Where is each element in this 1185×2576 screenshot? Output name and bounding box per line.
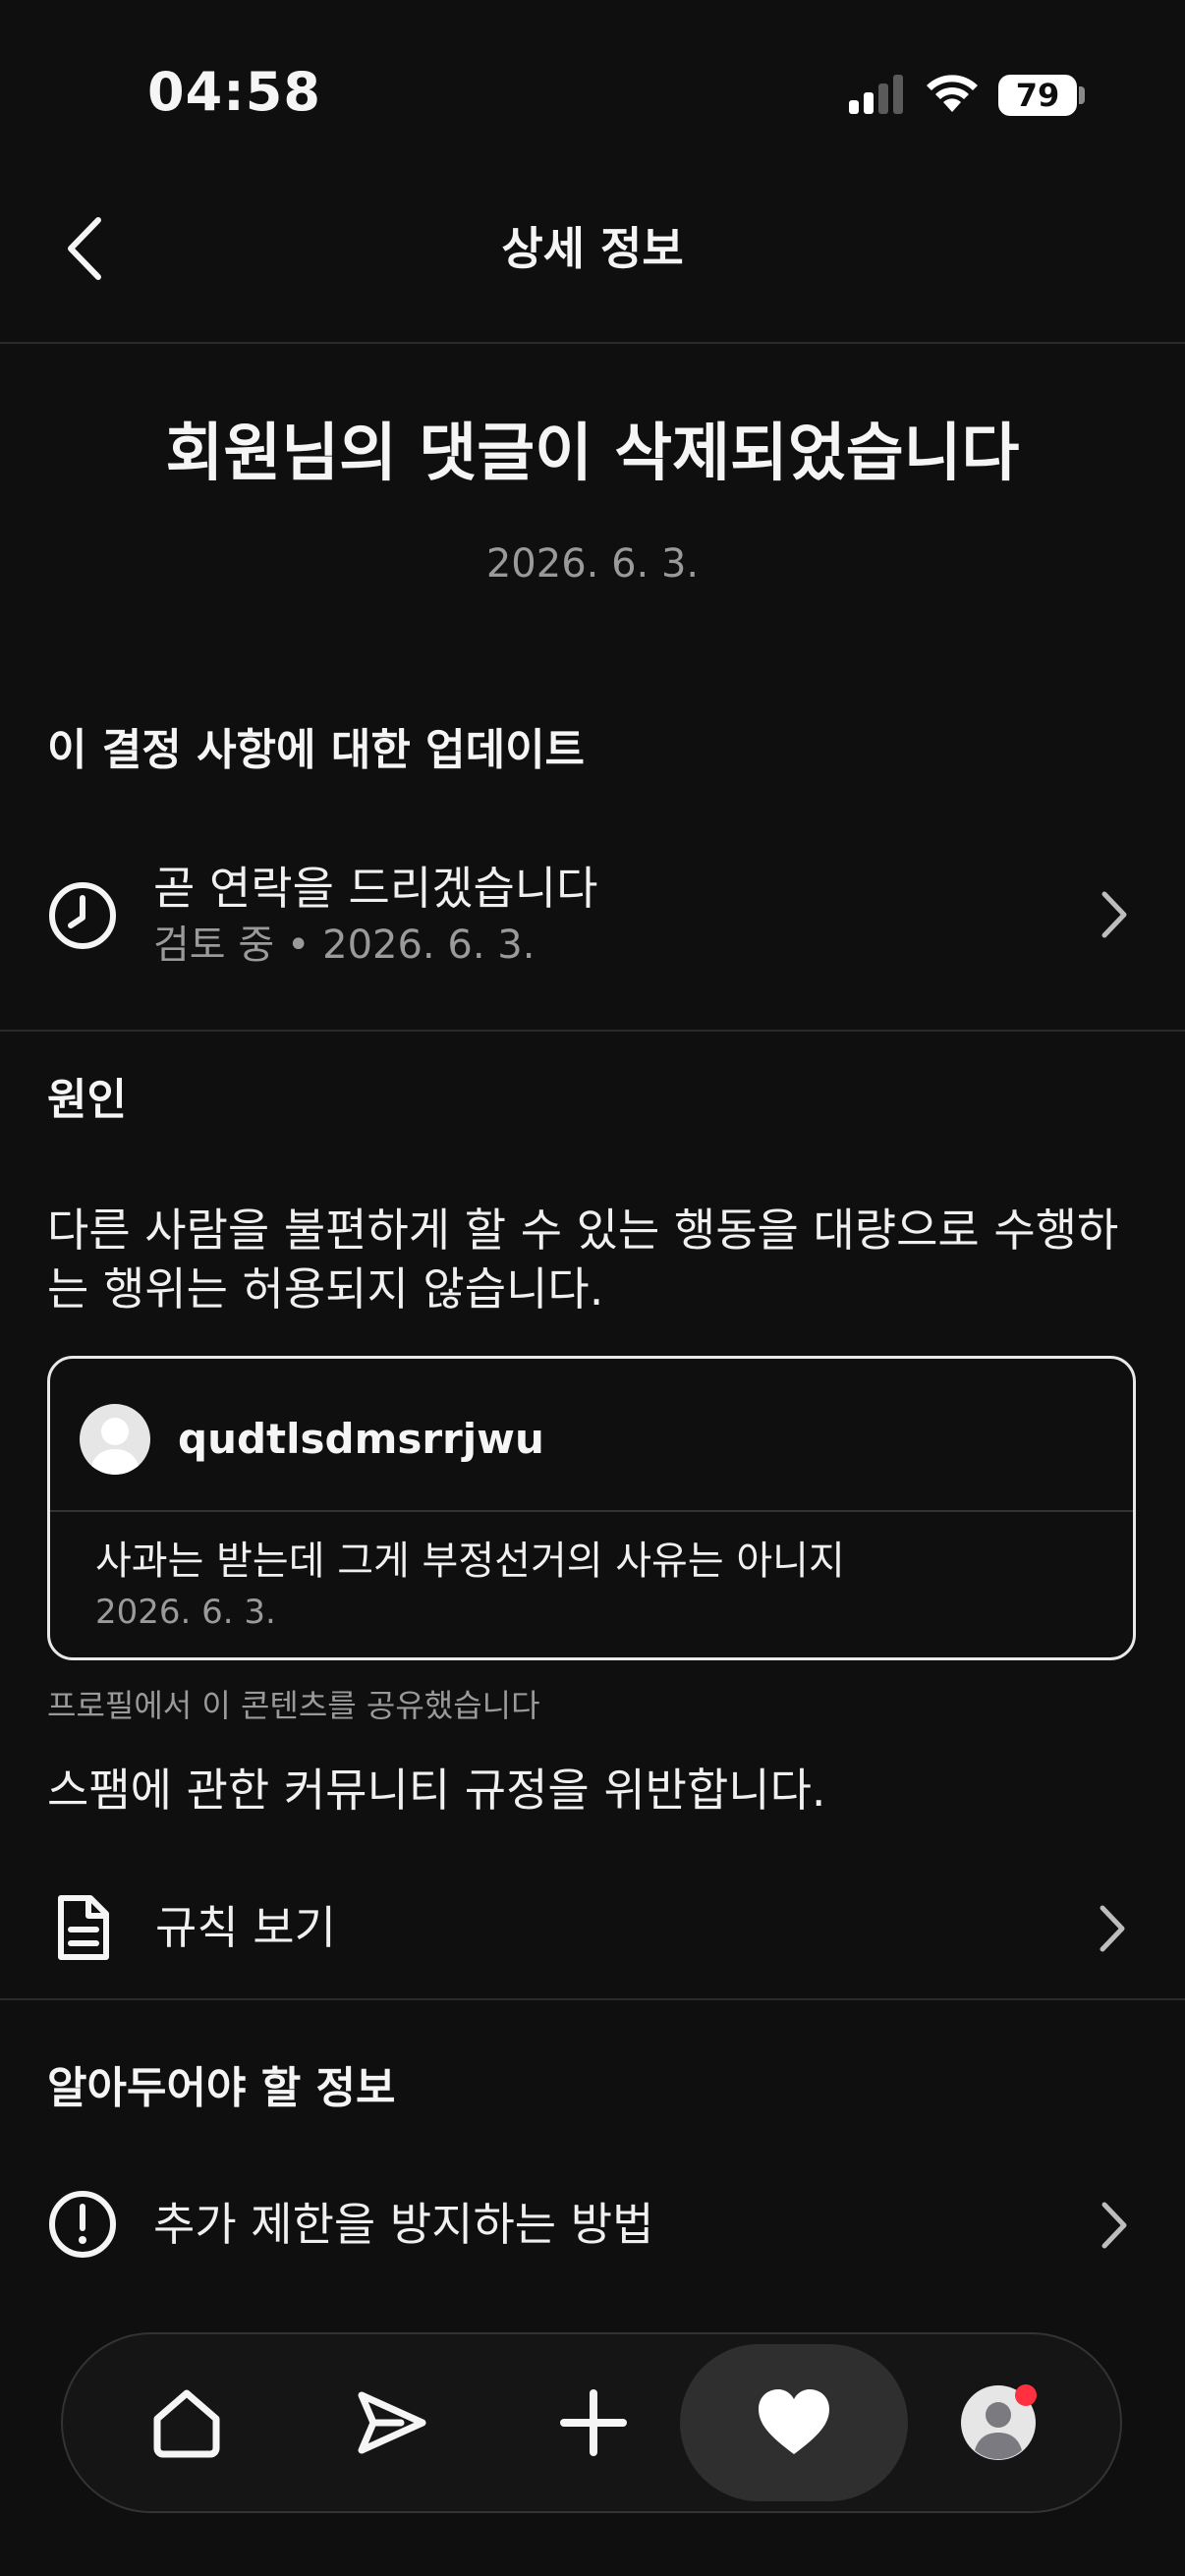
update-status-subtitle: 검토 중 • 2026. 6. 3. [153,923,536,968]
shared-note: 프로필에서 이 콘텐츠를 공유했습니다 [47,1687,540,1724]
view-rules-row[interactable]: 규칙 보기 [0,1867,1185,1988]
send-icon[interactable] [352,2383,430,2462]
section-divider [0,1030,1185,1032]
page-title: 상세 정보 [501,222,684,275]
chevron-left-icon[interactable] [61,214,110,283]
battery-icon: 79 [998,75,1077,116]
prevent-restrictions-row[interactable]: 추가 제한을 방지하는 방법 [0,2161,1185,2289]
section-divider [0,1998,1185,2000]
battery-tip [1079,86,1085,104]
info-section-heading: 알아두어야 할 정보 [47,2063,396,2113]
update-status-title: 곧 연락을 드리겠습니다 [153,862,598,915]
reason-description: 다른 사람을 불편하게 할 수 있는 행동을 대량으로 수행하는 행위는 허용되… [47,1204,1119,1316]
update-status-row[interactable]: 곧 연락을 드리겠습니다 검토 중 • 2026. 6. 3. [0,845,1185,982]
default-avatar-icon [89,1418,141,1475]
clock-icon [49,882,116,949]
status-time: 04:58 [147,61,321,123]
header-divider [0,342,1185,344]
profile-avatar-icon[interactable] [959,2383,1038,2462]
chevron-right-icon [1101,2202,1127,2249]
update-section-heading: 이 결정 사항에 대한 업데이트 [47,725,586,775]
violation-text: 스팸에 관한 커뮤니티 규정을 위반합니다. [47,1764,826,1817]
card-divider [50,1510,1133,1512]
signal-icon [849,75,903,114]
view-rules-label: 규칙 보기 [155,1901,336,1954]
heart-icon[interactable] [755,2383,833,2462]
comment-text: 사과는 받는데 그게 부정선거의 사유는 아니지 [95,1539,845,1584]
notice-title: 회원님의 댓글이 삭제되었습니다 [165,418,1020,490]
plus-icon[interactable] [554,2383,633,2462]
home-icon[interactable] [147,2383,226,2462]
document-icon [58,1895,109,1960]
avatar [80,1404,150,1475]
notice-date: 2026. 6. 3. [485,541,700,587]
wifi-icon [927,75,978,112]
chevron-right-icon [1100,1905,1125,1952]
chevron-right-icon [1101,891,1127,938]
comment-card[interactable]: qudtlsdmsrrjwu 사과는 받는데 그게 부정선거의 사유는 아니지 … [47,1356,1136,1660]
alert-circle-icon [49,2191,116,2258]
prevent-restrictions-label: 추가 제한을 방지하는 방법 [153,2198,654,2251]
notification-badge [1015,2384,1037,2406]
comment-date: 2026. 6. 3. [95,1593,276,1632]
reason-section-heading: 원인 [47,1075,127,1125]
comment-username: qudtlsdmsrrjwu [178,1415,544,1463]
